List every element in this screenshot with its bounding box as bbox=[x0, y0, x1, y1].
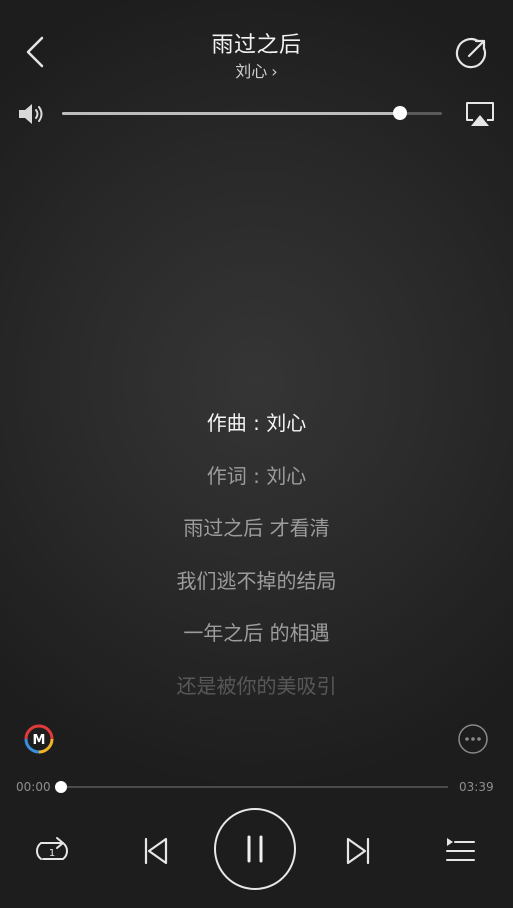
speaker-icon bbox=[19, 104, 43, 124]
playlist-icon bbox=[446, 838, 475, 861]
pause-button[interactable] bbox=[214, 808, 296, 890]
progress-bar[interactable] bbox=[55, 781, 448, 793]
total-time: 03:39 bbox=[459, 780, 494, 794]
share-icon bbox=[455, 38, 487, 69]
quality-badge[interactable]: M bbox=[23, 723, 55, 755]
next-button[interactable] bbox=[336, 829, 380, 873]
elapsed-time: 00:00 bbox=[16, 780, 51, 794]
lyric-line[interactable]: 作词 : 刘心 bbox=[0, 458, 513, 511]
lyrics-panel: 作曲 : 刘心 作词 : 刘心 雨过之后 才看清 我们逃不掉的结局 一年之后 的相遇 还是… bbox=[0, 405, 513, 720]
progress-thumb[interactable] bbox=[55, 781, 67, 793]
skip-next-icon bbox=[346, 837, 370, 865]
svg-text:M: M bbox=[33, 733, 46, 748]
chevron-right-icon: › bbox=[271, 62, 278, 81]
svg-text:1: 1 bbox=[49, 848, 55, 859]
song-title: 雨过之后 bbox=[211, 33, 302, 58]
lyric-line-current[interactable]: 作曲 : 刘心 bbox=[0, 405, 513, 458]
repeat-one-icon: 1 bbox=[36, 837, 68, 860]
airplay-icon bbox=[466, 102, 494, 126]
repeat-button[interactable]: 1 bbox=[30, 829, 74, 873]
quality-badge-icon: M bbox=[24, 724, 54, 754]
lyric-line[interactable]: 还是被你的美吸引 bbox=[0, 668, 513, 721]
more-icon bbox=[458, 724, 488, 754]
lyric-line[interactable]: 我们逃不掉的结局 bbox=[0, 563, 513, 616]
artist-name: 刘心 bbox=[235, 62, 268, 81]
share-button[interactable] bbox=[452, 33, 492, 73]
artist-link[interactable]: 刘心 › bbox=[0, 58, 513, 82]
airplay-button[interactable] bbox=[462, 98, 498, 130]
more-button[interactable] bbox=[457, 723, 489, 755]
playlist-button[interactable] bbox=[438, 829, 482, 873]
volume-button[interactable] bbox=[16, 101, 48, 127]
volume-slider-fill bbox=[62, 112, 401, 115]
volume-slider-thumb[interactable] bbox=[393, 106, 408, 120]
lyric-line[interactable]: 一年之后 的相遇 bbox=[0, 615, 513, 668]
lyric-line[interactable]: 雨过之后 才看清 bbox=[0, 510, 513, 563]
skip-previous-icon bbox=[144, 837, 168, 865]
previous-button[interactable] bbox=[134, 829, 178, 873]
pause-icon bbox=[247, 835, 263, 863]
player-screen: 雨过之后 刘心 › 作曲 : 刘心 作词 : 刘心 雨过之后 才看清 我们逃不掉的结局一… bbox=[0, 0, 513, 908]
volume-slider[interactable] bbox=[62, 106, 442, 120]
